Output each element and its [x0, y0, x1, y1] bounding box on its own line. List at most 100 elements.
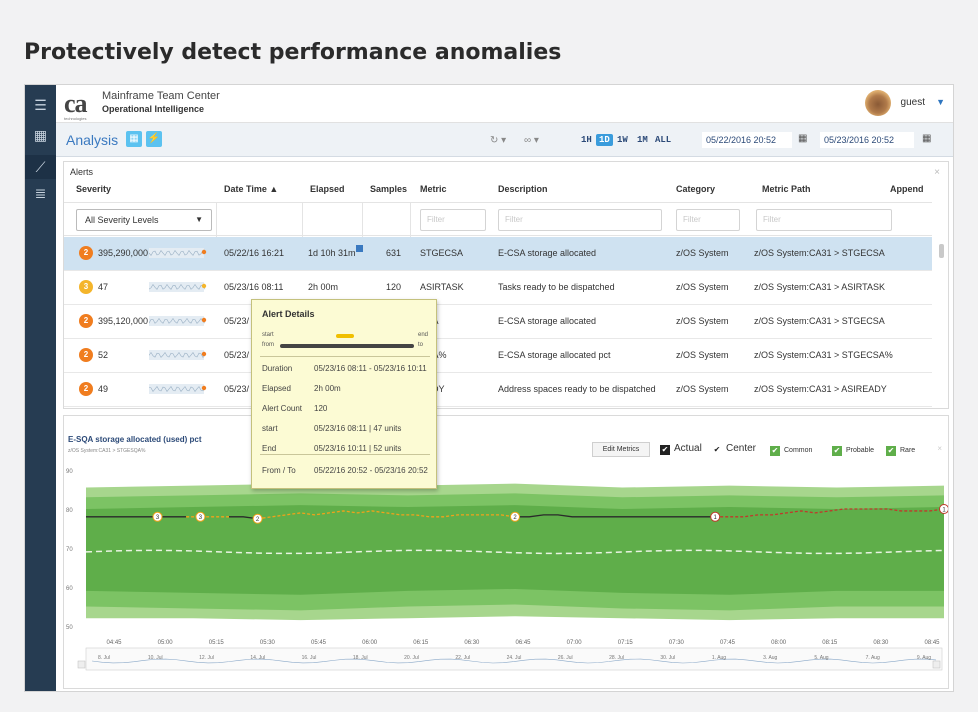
- range-all-button[interactable]: ALL: [652, 134, 674, 146]
- cell-description: E-CSA storage allocated: [498, 316, 597, 326]
- grid-icon[interactable]: ▦: [25, 123, 56, 147]
- sort-asc-icon: ▲: [269, 184, 279, 194]
- severity-filter-select[interactable]: All Severity Levels ▼: [76, 209, 212, 231]
- x-tick-label: 04:45: [106, 640, 122, 646]
- legend-rare[interactable]: ✔ Rare: [886, 446, 915, 456]
- overview-tick-label: 8. Jul: [98, 655, 110, 661]
- cell-path: z/OS System:CA31 > STGECSA: [754, 316, 885, 326]
- col-elapsed[interactable]: Elapsed: [310, 184, 345, 194]
- close-icon[interactable]: ×: [934, 167, 940, 178]
- edit-metrics-button[interactable]: Edit Metrics: [592, 442, 650, 457]
- date-to-field[interactable]: 05/23/2016 20:52: [820, 132, 914, 148]
- metric-chart-panel: E-SQA storage allocated (used) pct z/OS …: [63, 415, 949, 689]
- range-1m-button[interactable]: 1M: [634, 134, 651, 146]
- scroll-right-arrow[interactable]: [932, 660, 941, 669]
- checkbox-icon: ✔: [712, 445, 722, 455]
- legend-actual[interactable]: ✔ Actual: [660, 443, 702, 455]
- alerts-panel: Alerts × Severity Date Time ▲ Elapsed Sa…: [63, 161, 949, 409]
- user-name[interactable]: guest: [901, 97, 925, 108]
- col-metric-path[interactable]: Metric Path: [762, 184, 811, 194]
- legend-probable-label: Probable: [846, 447, 875, 454]
- date-from-field[interactable]: 05/22/2016 20:52: [702, 132, 792, 148]
- calendar-icon[interactable]: ▦: [798, 133, 807, 144]
- overview-tick-label: 20. Jul: [404, 655, 419, 661]
- severity-value: 52: [98, 350, 109, 360]
- table-view-icon[interactable]: ▦: [126, 131, 142, 147]
- x-tick-label: 08:30: [873, 640, 889, 646]
- cell-category: z/OS System: [676, 316, 729, 326]
- detail-value: 05/22/16 20:52 - 05/23/16 20:52: [314, 466, 428, 475]
- legend-common-label: Common: [784, 447, 813, 454]
- x-tick-label: 06:00: [362, 640, 378, 646]
- page-headline: Protectively detect performance anomalie…: [24, 40, 562, 65]
- col-metric[interactable]: Metric: [420, 184, 447, 194]
- menu-icon[interactable]: ☰: [25, 93, 56, 117]
- cell-description: E-CSA storage allocated pct: [498, 350, 611, 360]
- description-filter-input[interactable]: Filter: [498, 209, 662, 231]
- range-1h-button[interactable]: 1H: [578, 134, 595, 146]
- col-samples[interactable]: Samples: [370, 184, 407, 194]
- table-row[interactable]: 2 395,290,000 05/22/16 16:21 1d 10h 31m 631 S…: [64, 237, 932, 271]
- x-tick-label: 05:45: [311, 640, 327, 646]
- severity-badge: 2: [79, 382, 93, 396]
- app-title: Mainframe Team Center: [102, 90, 220, 102]
- vertical-scrollbar[interactable]: [939, 244, 944, 258]
- chart-title: E-SQA storage allocated (used) pct: [68, 435, 202, 444]
- table-row[interactable]: 25205/23/CSA%E-CSA storage allocated pct…: [64, 339, 932, 373]
- y-tick-label: 60: [66, 586, 73, 592]
- user-avatar[interactable]: [865, 90, 891, 116]
- detail-label: Duration: [262, 364, 293, 373]
- chart-plot: 90807060503 3 2 2 1104:45 05:00 05:15 05:30 05:4…: [66, 469, 948, 671]
- chevron-down-icon[interactable]: ▼: [936, 97, 945, 107]
- refresh-icon[interactable]: ↻ ▾: [490, 135, 506, 146]
- note-icon[interactable]: [356, 245, 363, 252]
- col-description[interactable]: Description: [498, 184, 548, 194]
- severity-value: 47: [98, 282, 109, 292]
- x-tick-label: 08:15: [822, 640, 838, 646]
- checkbox-icon: ✔: [886, 446, 896, 456]
- detail-label: End: [262, 444, 277, 453]
- legend-center[interactable]: ✔ Center: [712, 443, 756, 455]
- line-chart-icon[interactable]: ⟋: [25, 155, 56, 179]
- chevron-down-icon: ▼: [195, 215, 203, 224]
- severity-filter-value: All Severity Levels: [85, 215, 159, 225]
- detail-label: Elapsed: [262, 384, 291, 393]
- col-append[interactable]: Append: [890, 184, 924, 194]
- bolt-icon[interactable]: ⚡: [146, 131, 162, 147]
- detail-value: 05/23/16 08:11 - 05/23/16 10:11: [314, 364, 427, 373]
- cell-category: z/OS System: [676, 384, 729, 394]
- ca-logo: ca: [64, 89, 88, 118]
- col-datetime[interactable]: Date Time ▲: [224, 184, 278, 194]
- metric-filter-input[interactable]: Filter: [420, 209, 486, 231]
- cell-description: Tasks ready to be dispatched: [498, 282, 615, 292]
- x-tick-label: 07:45: [720, 640, 736, 646]
- link-icon[interactable]: ∞ ▾: [524, 135, 539, 146]
- x-tick-label: 06:45: [515, 640, 531, 646]
- range-1w-button[interactable]: 1W: [614, 134, 631, 146]
- detail-label: From / To: [262, 466, 296, 475]
- path-filter-input[interactable]: Filter: [756, 209, 892, 231]
- legend-common[interactable]: ✔ Common: [770, 446, 812, 456]
- alert-details-title: Alert Details: [262, 309, 315, 319]
- table-row[interactable]: 3 47 05/23/16 08:11 2h 00m 120 ASIRTASK Tasks …: [64, 271, 932, 305]
- table-row[interactable]: 24905/23/EADYAddress spaces ready to be …: [64, 373, 932, 407]
- range-1d-button[interactable]: 1D: [596, 134, 613, 146]
- severity-badge: 2: [79, 348, 93, 362]
- calendar-icon[interactable]: ▦: [922, 133, 931, 144]
- col-severity[interactable]: Severity: [76, 184, 111, 194]
- scroll-left-arrow[interactable]: [77, 660, 86, 669]
- divider: [362, 203, 363, 237]
- x-tick-label: 05:00: [158, 640, 174, 646]
- category-filter-input[interactable]: Filter: [676, 209, 740, 231]
- x-tick-label: 08:00: [771, 640, 787, 646]
- table-row[interactable]: 2395,120,00005/23/CSAE-CSA storage alloc…: [64, 305, 932, 339]
- cell-path: z/OS System:CA31 > ASIRTASK: [754, 282, 885, 292]
- close-icon[interactable]: ×: [937, 444, 942, 453]
- cell-path: z/OS System:CA31 > STGECSA%: [754, 350, 893, 360]
- col-category[interactable]: Category: [676, 184, 715, 194]
- filter-list-icon[interactable]: ≣: [25, 181, 56, 205]
- cell-datetime: 05/23/: [224, 316, 250, 326]
- y-tick-label: 70: [66, 547, 73, 553]
- overview-tick-label: 7. Aug: [866, 655, 880, 661]
- legend-probable[interactable]: ✔ Probable: [832, 446, 874, 456]
